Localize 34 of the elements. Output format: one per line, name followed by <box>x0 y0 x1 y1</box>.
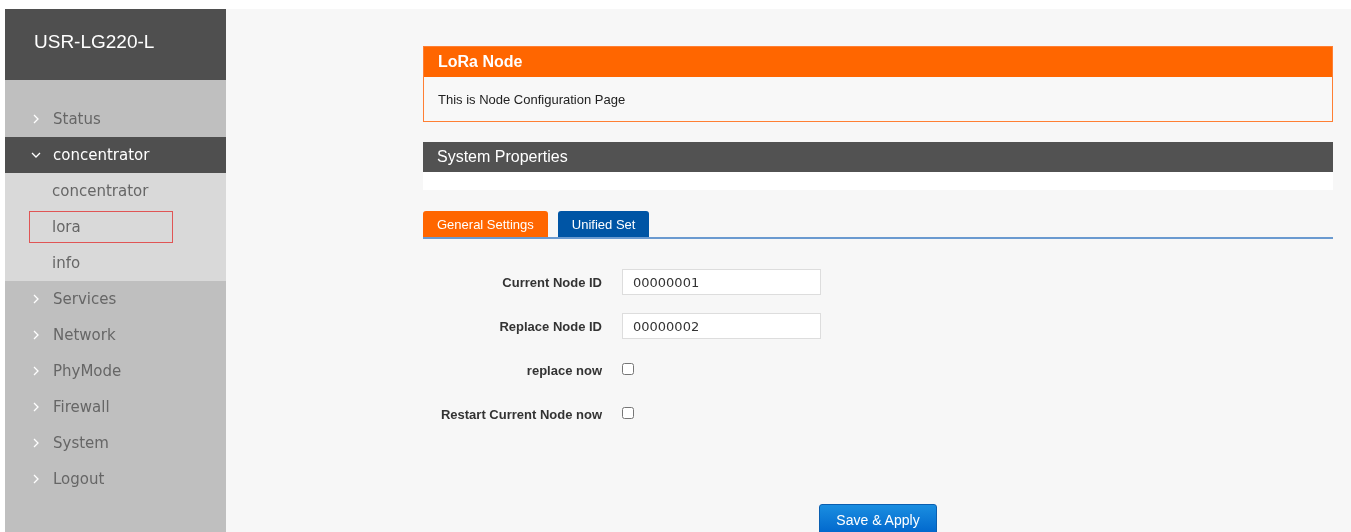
submenu-item[interactable]: concentrator <box>29 175 173 207</box>
chevron-right-icon <box>31 294 41 304</box>
chevron-right-icon <box>31 402 41 412</box>
menu-item[interactable]: Logout <box>5 461 226 497</box>
chevron-right-icon <box>31 366 41 376</box>
menu-item[interactable]: System <box>5 425 226 461</box>
chevron-right-icon <box>31 438 41 448</box>
checkbox[interactable] <box>622 363 634 375</box>
chevron-right-icon <box>31 114 41 124</box>
submenu-item[interactable]: lora <box>29 211 173 243</box>
tab[interactable]: Unified Set <box>557 211 650 237</box>
panel-description: This is Node Configuration Page <box>438 91 626 107</box>
panel-title: LoRa Node <box>438 53 523 71</box>
device-title: USR-LG220-L <box>34 31 155 52</box>
submenu-item[interactable]: info <box>29 247 173 279</box>
chevron-right-icon <box>31 330 41 340</box>
chevron-down-icon <box>31 150 41 160</box>
menu-item[interactable]: Firewall <box>5 389 226 425</box>
menu-item[interactable]: Network <box>5 317 226 353</box>
field-label: Replace Node ID <box>498 318 602 334</box>
menu-item[interactable]: Status <box>5 101 226 137</box>
menu-item[interactable]: PhyMode <box>5 353 226 389</box>
node-id-field[interactable]: 00000001 <box>622 269 821 295</box>
checkbox[interactable] <box>622 407 634 419</box>
field-label: Restart Current Node now <box>439 406 602 422</box>
field-label: Current Node ID <box>501 274 602 290</box>
chevron-right-icon <box>31 474 41 484</box>
menu-item[interactable]: Services <box>5 281 226 317</box>
section-title: System Properties <box>437 148 568 166</box>
menu-item[interactable]: concentrator <box>5 137 226 173</box>
field-label: replace now <box>525 362 602 378</box>
node-id-field[interactable]: 00000002 <box>622 313 821 339</box>
save-apply-button[interactable]: Save & Apply <box>819 504 937 532</box>
tab[interactable]: General Settings <box>423 211 548 237</box>
